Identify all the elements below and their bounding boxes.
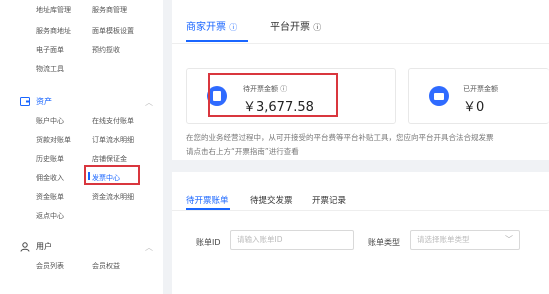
sidebar-item-provider-management[interactable]: 服务商管理 — [92, 5, 127, 15]
main-content: 商家开票 ⓘ 平台开票 ⓘ 待开票金额 ⓘ ￥3,677.58 已开票金额 ￥0… — [172, 0, 549, 294]
invoiced-amount: ￥0 — [463, 100, 485, 115]
sidebar-section-users[interactable]: 用户 ︿ — [20, 241, 153, 252]
user-icon — [20, 241, 30, 252]
sidebar-item-pickup-booking[interactable]: 预约揽收 — [92, 45, 120, 55]
sidebar-item-logistics-tools[interactable]: 物流工具 — [36, 64, 64, 74]
invoiced-card: 已开票金额 ￥0 — [408, 68, 549, 124]
select-placeholder: 请选择账单类型 — [417, 235, 470, 244]
notice-line: 在您的业务经营过程中，从可开接受的平台费等平台补贴工具，您应向平台开具合法合规发… — [186, 133, 494, 142]
sidebar-item-account-center[interactable]: 账户中心 — [36, 116, 64, 126]
sidebar-item-store-deposit[interactable]: 店铺保证金 — [92, 154, 127, 164]
bill-type-label: 账单类型 — [368, 238, 400, 247]
bill-id-input[interactable]: 请输入账单ID — [230, 230, 354, 250]
wallet-card-icon — [429, 86, 449, 106]
sidebar-item-commission-income[interactable]: 佣金收入 — [36, 173, 64, 183]
sidebar-item-provider-address[interactable]: 服务商地址 — [36, 26, 71, 36]
sidebar-item-goods-statement[interactable]: 货款对账单 — [36, 135, 71, 145]
highlight-box — [208, 73, 338, 117]
tab-label: 商家开票 — [186, 22, 226, 33]
sidebar-item-online-payment-bill[interactable]: 在线支付账单 — [92, 116, 134, 126]
sidebar-section-assets[interactable]: 资产 ︿ — [20, 96, 153, 107]
tab-platform-invoice[interactable]: 平台开票 ⓘ — [270, 18, 321, 33]
sidebar-item-history-bill[interactable]: 历史账单 — [36, 154, 64, 164]
help-icon[interactable]: ⓘ — [313, 23, 321, 32]
sidebar-item-fund-bill[interactable]: 资金账单 — [36, 192, 64, 202]
tab-merchant-invoice[interactable]: 商家开票 ⓘ — [186, 18, 237, 33]
wallet-icon — [20, 97, 30, 107]
tab-pending-bills[interactable]: 待开票账单 — [186, 194, 229, 206]
divider — [172, 210, 549, 211]
sidebar-item-member-list[interactable]: 会员列表 — [36, 261, 64, 271]
tab-pending-submit[interactable]: 待提交发票 — [250, 194, 293, 206]
sidebar-item-electronic-waybill[interactable]: 电子面单 — [36, 45, 64, 55]
sidebar-item-waybill-template[interactable]: 面单模板设置 — [92, 26, 134, 36]
sidebar-item-address-library[interactable]: 地址库管理 — [36, 5, 71, 15]
sidebar-section-label: 资产 — [36, 97, 52, 106]
sidebar-item-rebate-center[interactable]: 返点中心 — [36, 211, 64, 221]
active-tab-indicator — [186, 40, 248, 42]
sidebar-item-order-flow[interactable]: 订单流水明细 — [92, 135, 134, 145]
sidebar: 地址库管理 服务商管理 服务商地址 面单模板设置 电子面单 预约揽收 物流工具 … — [0, 0, 163, 294]
sidebar-section-label: 用户 — [36, 242, 52, 251]
chevron-up-icon[interactable]: ︿ — [145, 97, 153, 108]
tab-label: 平台开票 — [270, 22, 310, 33]
card-label: 已开票金额 — [463, 85, 498, 93]
highlight-box — [84, 165, 140, 185]
help-icon[interactable]: ⓘ — [229, 23, 237, 32]
chevron-up-icon[interactable]: ︿ — [145, 242, 153, 253]
sidebar-item-fund-flow[interactable]: 资金流水明细 — [92, 192, 134, 202]
chevron-down-icon: ﹀ — [505, 235, 513, 244]
sidebar-item-member-benefits[interactable]: 会员权益 — [92, 261, 120, 271]
invoice-summary-panel: 商家开票 ⓘ 平台开票 ⓘ 待开票金额 ⓘ ￥3,677.58 已开票金额 ￥0… — [172, 0, 549, 160]
divider — [172, 43, 549, 44]
bill-type-select[interactable]: 请选择账单类型 ﹀ — [410, 230, 520, 250]
tab-invoice-records[interactable]: 开票记录 — [312, 194, 346, 206]
notice-line: 请点击右上方“开票指南”进行查看 — [186, 147, 299, 156]
bill-id-label: 账单ID — [196, 238, 221, 247]
